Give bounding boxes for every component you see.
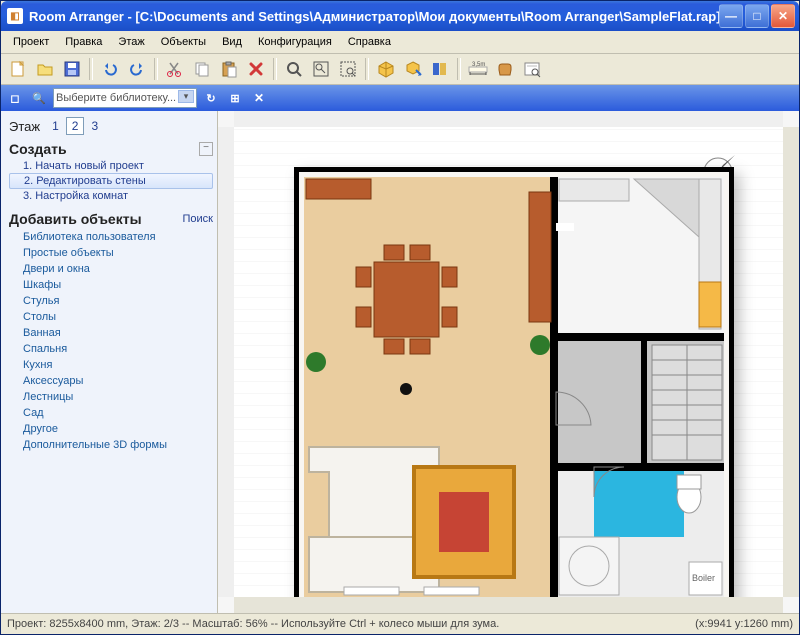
copy-button[interactable] — [189, 56, 215, 82]
zoom-extents-button[interactable] — [308, 56, 334, 82]
paste-button[interactable] — [216, 56, 242, 82]
create-edit-walls[interactable]: 2. Редактировать стены — [9, 173, 213, 189]
status-text: Проект: 8255x8400 mm, Этаж: 2/3 -- Масшт… — [7, 618, 499, 630]
delete-button[interactable] — [243, 56, 269, 82]
library-dropdown[interactable]: Выберите библиотеку... — [53, 88, 197, 108]
cat-simple-objects[interactable]: Простые объекты — [9, 245, 213, 261]
menu-view[interactable]: Вид — [214, 33, 250, 51]
sidebar: Этаж 1 2 3 Создать − 1. Начать новый про… — [1, 111, 218, 613]
close-button[interactable]: ✕ — [771, 4, 795, 28]
cursor-coords: (x:9941 y:1260 mm) — [695, 618, 793, 630]
menu-objects[interactable]: Объекты — [153, 33, 214, 51]
separator-icon — [273, 58, 277, 80]
print-preview-button[interactable] — [519, 56, 545, 82]
menu-config[interactable]: Конфигурация — [250, 33, 340, 51]
category-list: Библиотека пользователя Простые объекты … — [9, 229, 213, 453]
scrollbar-horizontal[interactable] — [234, 597, 783, 613]
cat-garden[interactable]: Сад — [9, 405, 213, 421]
cat-stairs[interactable]: Лестницы — [9, 389, 213, 405]
cat-other[interactable]: Другое — [9, 421, 213, 437]
toolbar: 3,5m — [1, 54, 799, 85]
create-new-project[interactable]: 1. Начать новый проект — [9, 159, 213, 173]
3d-view-button[interactable] — [373, 56, 399, 82]
zoom-window-button[interactable] — [335, 56, 361, 82]
floor-label: Этаж — [9, 119, 40, 134]
menu-edit[interactable]: Правка — [57, 33, 110, 51]
cat-kitchen[interactable]: Кухня — [9, 357, 213, 373]
application-window: ◧ Room Arranger - [C:\Documents and Sett… — [0, 0, 800, 635]
catalog-button[interactable] — [427, 56, 453, 82]
app-icon: ◧ — [7, 8, 23, 24]
separator-icon — [365, 58, 369, 80]
cat-accessories[interactable]: Аксессуары — [9, 373, 213, 389]
floor-selector: Этаж 1 2 3 — [9, 117, 213, 135]
cat-tables[interactable]: Столы — [9, 309, 213, 325]
section-create[interactable]: Создать − — [9, 141, 213, 157]
create-room-settings[interactable]: 3. Настройка комнат — [9, 189, 213, 203]
separator-icon — [89, 58, 93, 80]
measure-button[interactable]: 3,5m — [465, 56, 491, 82]
minimize-button[interactable]: — — [719, 4, 743, 28]
cat-wardrobes[interactable]: Шкафы — [9, 277, 213, 293]
open-button[interactable] — [32, 56, 58, 82]
body: Этаж 1 2 3 Создать − 1. Начать новый про… — [1, 111, 799, 613]
status-bar: Проект: 8255x8400 mm, Этаж: 2/3 -- Масшт… — [1, 613, 799, 634]
undo-button[interactable] — [97, 56, 123, 82]
section-add-objects[interactable]: Добавить объекты Поиск — [9, 211, 213, 227]
separator-icon — [457, 58, 461, 80]
furniture-button[interactable] — [492, 56, 518, 82]
svg-text:Boiler: Boiler — [692, 573, 715, 583]
library-bar: ◻ 🔍 Выберите библиотеку... ↻ ⊞ ✕ — [1, 85, 799, 111]
ruler-horizontal[interactable] — [234, 111, 783, 128]
title-text: Room Arranger - [C:\Documents and Settin… — [29, 9, 719, 24]
library-search-icon[interactable]: 🔍 — [29, 88, 49, 108]
menu-project[interactable]: Проект — [5, 33, 57, 51]
export-object-button[interactable] — [400, 56, 426, 82]
cat-extra-3d[interactable]: Дополнительные 3D формы — [9, 437, 213, 453]
floor-tab-3[interactable]: 3 — [85, 117, 104, 135]
menubar: Проект Правка Этаж Объекты Вид Конфигура… — [1, 31, 799, 54]
new-button[interactable] — [5, 56, 31, 82]
floor-tab-2[interactable]: 2 — [66, 117, 85, 135]
redo-button[interactable] — [124, 56, 150, 82]
menu-floor[interactable]: Этаж — [110, 33, 152, 51]
library-refresh-icon[interactable]: ↻ — [201, 88, 221, 108]
ruler-vertical[interactable] — [218, 127, 235, 597]
floor-tab-1[interactable]: 1 — [46, 117, 65, 135]
cat-doors-windows[interactable]: Двери и окна — [9, 261, 213, 277]
search-link[interactable]: Поиск — [183, 213, 213, 225]
maximize-button[interactable]: □ — [745, 4, 769, 28]
cat-chairs[interactable]: Стулья — [9, 293, 213, 309]
scrollbar-vertical[interactable] — [783, 127, 799, 597]
zoom-button[interactable] — [281, 56, 307, 82]
library-pin-icon[interactable]: ⊞ — [225, 88, 245, 108]
canvas-area: Boiler — [218, 111, 799, 613]
collapse-icon[interactable]: − — [199, 142, 213, 156]
cat-bathroom[interactable]: Ванная — [9, 325, 213, 341]
create-list: 1. Начать новый проект 2. Редактировать … — [9, 159, 213, 203]
save-button[interactable] — [59, 56, 85, 82]
titlebar[interactable]: ◧ Room Arranger - [C:\Documents and Sett… — [1, 1, 799, 31]
cat-bedroom[interactable]: Спальня — [9, 341, 213, 357]
svg-text:3,5m: 3,5m — [472, 62, 485, 68]
library-close-icon[interactable]: ✕ — [249, 88, 269, 108]
library-home-icon[interactable]: ◻ — [5, 88, 25, 108]
separator-icon — [154, 58, 158, 80]
cut-button[interactable] — [162, 56, 188, 82]
floor-plan[interactable]: Boiler — [294, 167, 734, 597]
cat-user-library[interactable]: Библиотека пользователя — [9, 229, 213, 245]
drawing-canvas[interactable]: Boiler — [234, 127, 783, 597]
menu-help[interactable]: Справка — [340, 33, 399, 51]
